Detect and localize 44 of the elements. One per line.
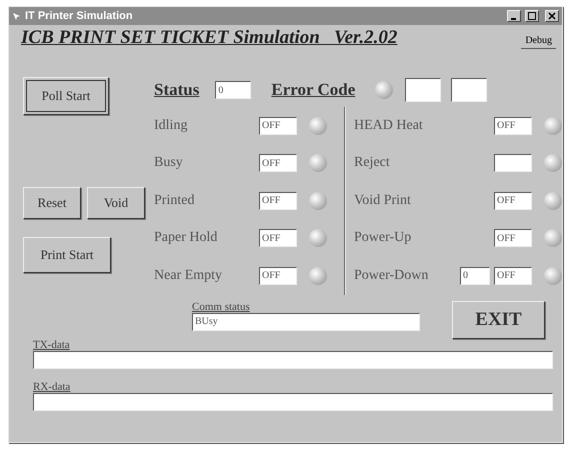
signal-field: OFF (259, 266, 297, 285)
error-code-field (405, 78, 442, 102)
signal-label: Void Print (354, 192, 412, 209)
maximize-icon (528, 12, 536, 20)
signal-field: OFF (494, 266, 532, 285)
signal-field: OFF (259, 154, 297, 172)
signal-field: OFF (494, 192, 532, 210)
poll-start-button[interactable]: Poll Start (23, 77, 109, 115)
signal-label: Reject (354, 155, 391, 172)
signal-label: Near Empty (154, 268, 224, 284)
signal-label: Power-Up (354, 230, 412, 246)
signal-label: Printed (154, 192, 196, 209)
signal-label: Power-Down (354, 268, 430, 284)
signal-label: Idling (154, 118, 188, 134)
debug-button[interactable]: Debug (521, 33, 556, 49)
count-field: 0 (460, 266, 490, 285)
error-code-label: Error Code (271, 80, 356, 100)
signal-label: HEAD Heat (354, 118, 424, 134)
app-icon (12, 12, 21, 20)
app-title: ICB PRINT SET TICKET Simulation Ver.2.02 (21, 27, 398, 49)
comm-status-label: Comm status (192, 300, 251, 312)
comm-status-field: BUsy (192, 312, 420, 330)
minimize-button[interactable] (507, 10, 521, 22)
print-start-button[interactable]: Print Start (23, 237, 111, 273)
close-button[interactable] (545, 10, 559, 22)
signal-field: OFF (259, 116, 297, 135)
tx-data-label: TX-data (33, 338, 71, 350)
signal-field (494, 154, 532, 172)
signal-field: OFF (259, 229, 297, 248)
status-field: 0 (215, 81, 252, 99)
void-button[interactable]: Void (87, 187, 145, 219)
status-label: Status (154, 80, 200, 100)
signal-field: OFF (494, 116, 532, 135)
close-icon (548, 12, 556, 20)
window-title: IT Printer Simulation (25, 10, 134, 22)
error-code-field (451, 78, 488, 102)
signal-label: Paper Hold (154, 230, 218, 246)
reset-button[interactable]: Reset (23, 187, 81, 219)
rx-data-label: RX-data (33, 380, 72, 392)
signal-field: OFF (494, 229, 532, 248)
signal-label: Busy (154, 155, 184, 172)
exit-button[interactable]: EXIT (452, 300, 545, 338)
maximize-button[interactable] (525, 10, 539, 22)
signal-field: OFF (259, 192, 297, 210)
